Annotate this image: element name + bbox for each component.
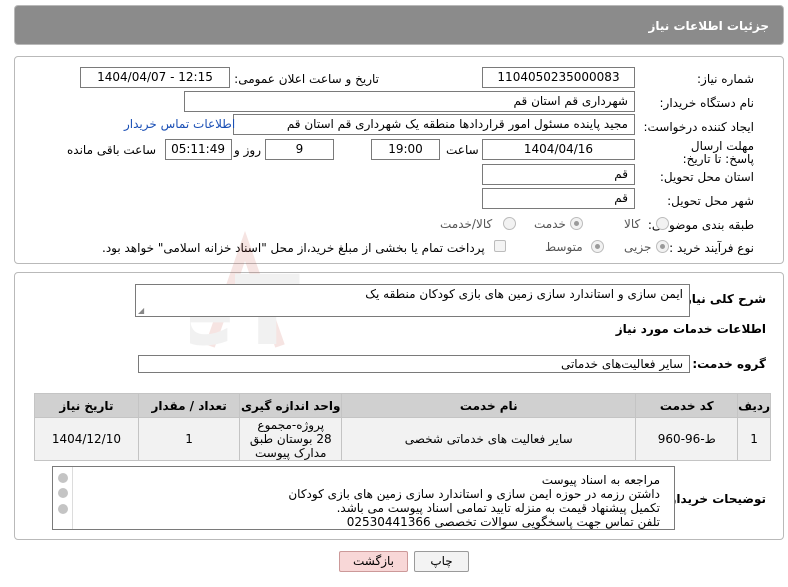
treasury-payment-note: پرداخت تمام یا بخشی از مبلغ خرید،از محل … [102, 241, 485, 255]
scroll-down-icon[interactable] [58, 504, 68, 514]
category-radio-goods[interactable] [656, 217, 669, 230]
print-button[interactable]: چاپ [414, 551, 469, 572]
header-bar: جزئیات اطلاعات نیاز [14, 5, 784, 45]
remaining-label: ساعت باقی مانده [67, 143, 157, 157]
col-header-need-date: تاریخ نیاز [34, 393, 139, 418]
col-header-row-number: ردیف [737, 393, 771, 418]
process-radio-minor[interactable] [656, 240, 669, 253]
deadline-label: مهلت ارسال پاسخ: تا تاریخ: [682, 139, 754, 166]
category-radio-service[interactable] [570, 217, 583, 230]
treasury-payment-checkbox[interactable] [494, 240, 506, 252]
buyer-notes-box[interactable]: مراجعه به اسناد پیوست داشتن رزمه در حوزه… [52, 466, 675, 530]
remaining-time-field[interactable]: 05:11:49 [165, 139, 232, 160]
back-button[interactable]: بازگشت [339, 551, 408, 572]
process-option-minor: جزیی [624, 240, 652, 254]
announce-label: تاریخ و ساعت اعلان عمومی: [234, 72, 379, 86]
cell-need-date: 1404/12/10 [34, 417, 139, 461]
page-title: جزئیات اطلاعات نیاز [648, 19, 769, 33]
buyer-org-field[interactable]: شهرداری قم استان قم [184, 91, 635, 112]
table-header-row: ردیف کد خدمت نام خدمت واحد اندازه گیری ت… [34, 393, 771, 418]
cell-row-number: 1 [737, 417, 771, 461]
buyer-org-label: نام دستگاه خریدار: [659, 96, 755, 110]
col-header-service-code: کد خدمت [635, 393, 739, 418]
summary-text: ایمن سازی و استاندارد سازی زمین های بازی… [365, 287, 683, 301]
scroll-thumb[interactable] [58, 488, 68, 498]
summary-label: شرح کلی نیاز: [680, 292, 766, 306]
table-row[interactable]: 1 ط-96-960 سایر فعالیت های خدماتی شخصی پ… [34, 417, 771, 461]
resize-grip-icon[interactable]: ◢ [138, 306, 144, 315]
province-label: استان محل تحویل: [659, 170, 754, 184]
col-header-service-name: نام خدمت [341, 393, 637, 418]
category-radio-goods-service[interactable] [503, 217, 516, 230]
creator-label: ایجاد کننده درخواست: [643, 120, 754, 134]
category-option-goods-service: کالا/خدمت [440, 217, 493, 231]
province-field[interactable]: قم [482, 164, 635, 185]
cell-service-name: سایر فعالیت های خدماتی شخصی [341, 417, 637, 461]
category-option-goods: کالا [624, 217, 641, 231]
deadline-time-field[interactable]: 19:00 [371, 139, 440, 160]
need-number-label: شماره نیاز: [697, 72, 754, 86]
summary-field[interactable]: ایمن سازی و استاندارد سازی زمین های بازی… [135, 284, 690, 317]
buyer-contact-link[interactable]: اطلاعات تماس خریدار [124, 117, 235, 131]
creator-field[interactable]: مجید پاینده مسئول امور قراردادها منطقه ی… [233, 114, 635, 135]
remaining-days-field[interactable]: 9 [265, 139, 334, 160]
need-number-field[interactable]: 1104050235000083 [482, 67, 635, 88]
buyer-notes-label: توضیحات خریدار: [664, 492, 766, 506]
announce-datetime-field[interactable]: 1404/04/07 - 12:15 [80, 67, 230, 88]
buyer-note-line: تلفن تماس جهت پاسخگویی سوالات تخصصی 0253… [346, 515, 660, 529]
process-radio-medium[interactable] [591, 240, 604, 253]
scroll-up-icon[interactable] [58, 473, 68, 483]
days-label: روز و [234, 143, 261, 157]
buyer-note-line: تکمیل پیشنهاد قیمت به منزله تایید تمامی … [336, 501, 660, 515]
city-field[interactable]: قم [482, 188, 635, 209]
cell-unit: پروژه-مجموع 28 بوستان طبق مدارک پیوست [239, 417, 343, 461]
process-label: نوع فرآیند خرید : [669, 241, 754, 255]
notes-scrollbar[interactable] [53, 467, 73, 529]
cell-quantity: 1 [137, 417, 241, 461]
city-label: شهر محل تحویل: [667, 194, 754, 208]
col-header-unit: واحد اندازه گیری [239, 393, 343, 418]
deadline-date-field[interactable]: 1404/04/16 [482, 139, 635, 160]
deadline-time-label: ساعت [446, 143, 479, 157]
process-option-medium: متوسط [545, 240, 583, 254]
services-heading: اطلاعات خدمات مورد نیاز [615, 322, 766, 336]
buyer-note-line: مراجعه به اسناد پیوست [541, 473, 660, 487]
category-option-service: خدمت [534, 217, 566, 231]
service-group-field[interactable]: سایر فعالیت‌های خدماتی [138, 355, 690, 373]
buyer-note-line: داشتن رزمه در حوزه ایمن سازی و استاندارد… [288, 487, 660, 501]
cell-service-code: ط-96-960 [635, 417, 739, 461]
services-table: ردیف کد خدمت نام خدمت واحد اندازه گیری ت… [34, 393, 771, 461]
service-group-label: گروه خدمت: [692, 357, 766, 371]
col-header-quantity: تعداد / مقدار [137, 393, 241, 418]
